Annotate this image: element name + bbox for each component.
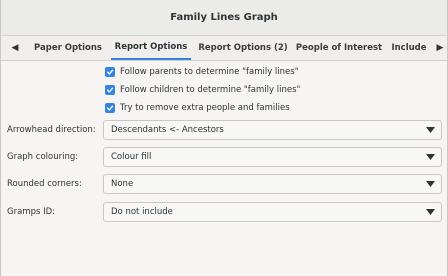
- gramps-id-label: Gramps ID:: [7, 207, 56, 217]
- gramps-id-value: Do not include: [111, 207, 173, 217]
- gramps-id-combo[interactable]: Do not include: [103, 202, 442, 222]
- graph-colouring-label: Graph colouring:: [7, 152, 79, 162]
- tab-paper-options[interactable]: Paper Options: [27, 36, 109, 60]
- tab-include[interactable]: Include: [389, 36, 429, 60]
- remove-extra-option[interactable]: Try to remove extra people and families: [105, 101, 290, 115]
- rounded-corners-combo[interactable]: None: [103, 174, 442, 194]
- arrowhead-direction-value: Descendants <- Ancestors: [111, 125, 224, 135]
- tab-bar: ◀ Paper Options Report Options Report Op…: [1, 36, 447, 61]
- remove-extra-label: Try to remove extra people and families: [120, 103, 290, 113]
- chevron-down-icon: [419, 127, 441, 133]
- tab-report-options-2[interactable]: Report Options (2): [197, 36, 289, 60]
- chevron-down-icon: [419, 181, 441, 187]
- chevron-down-icon: [419, 154, 441, 160]
- follow-parents-option[interactable]: Follow parents to determine "family line…: [105, 65, 299, 79]
- follow-children-option[interactable]: Follow children to determine "family lin…: [105, 83, 300, 97]
- rounded-corners-value: None: [111, 179, 134, 189]
- follow-parents-label: Follow parents to determine "family line…: [120, 67, 299, 77]
- graph-colouring-value: Colour fill: [111, 152, 152, 162]
- arrowhead-direction-label: Arrowhead direction:: [7, 125, 96, 135]
- follow-children-label: Follow children to determine "family lin…: [120, 85, 301, 95]
- tab-people-of-interest[interactable]: People of Interest: [295, 36, 383, 60]
- follow-children-checkbox[interactable]: [105, 85, 115, 95]
- graph-colouring-combo[interactable]: Colour fill: [103, 147, 442, 167]
- arrowhead-direction-combo[interactable]: Descendants <- Ancestors: [103, 120, 442, 140]
- dialog-window: Family Lines Graph ◀ Paper Options Repor…: [0, 0, 448, 276]
- tab-scroll-right-icon[interactable]: ▶: [431, 36, 448, 60]
- remove-extra-checkbox[interactable]: [105, 103, 115, 113]
- chevron-down-icon: [419, 209, 441, 215]
- rounded-corners-label: Rounded corners:: [7, 179, 82, 189]
- window-title: Family Lines Graph: [170, 12, 278, 23]
- follow-parents-checkbox[interactable]: [105, 67, 115, 77]
- tab-scroll-left-icon[interactable]: ◀: [6, 36, 24, 60]
- tab-report-options[interactable]: Report Options: [111, 36, 191, 60]
- title-bar[interactable]: Family Lines Graph: [1, 0, 447, 36]
- report-options-panel: Follow parents to determine "family line…: [1, 61, 447, 276]
